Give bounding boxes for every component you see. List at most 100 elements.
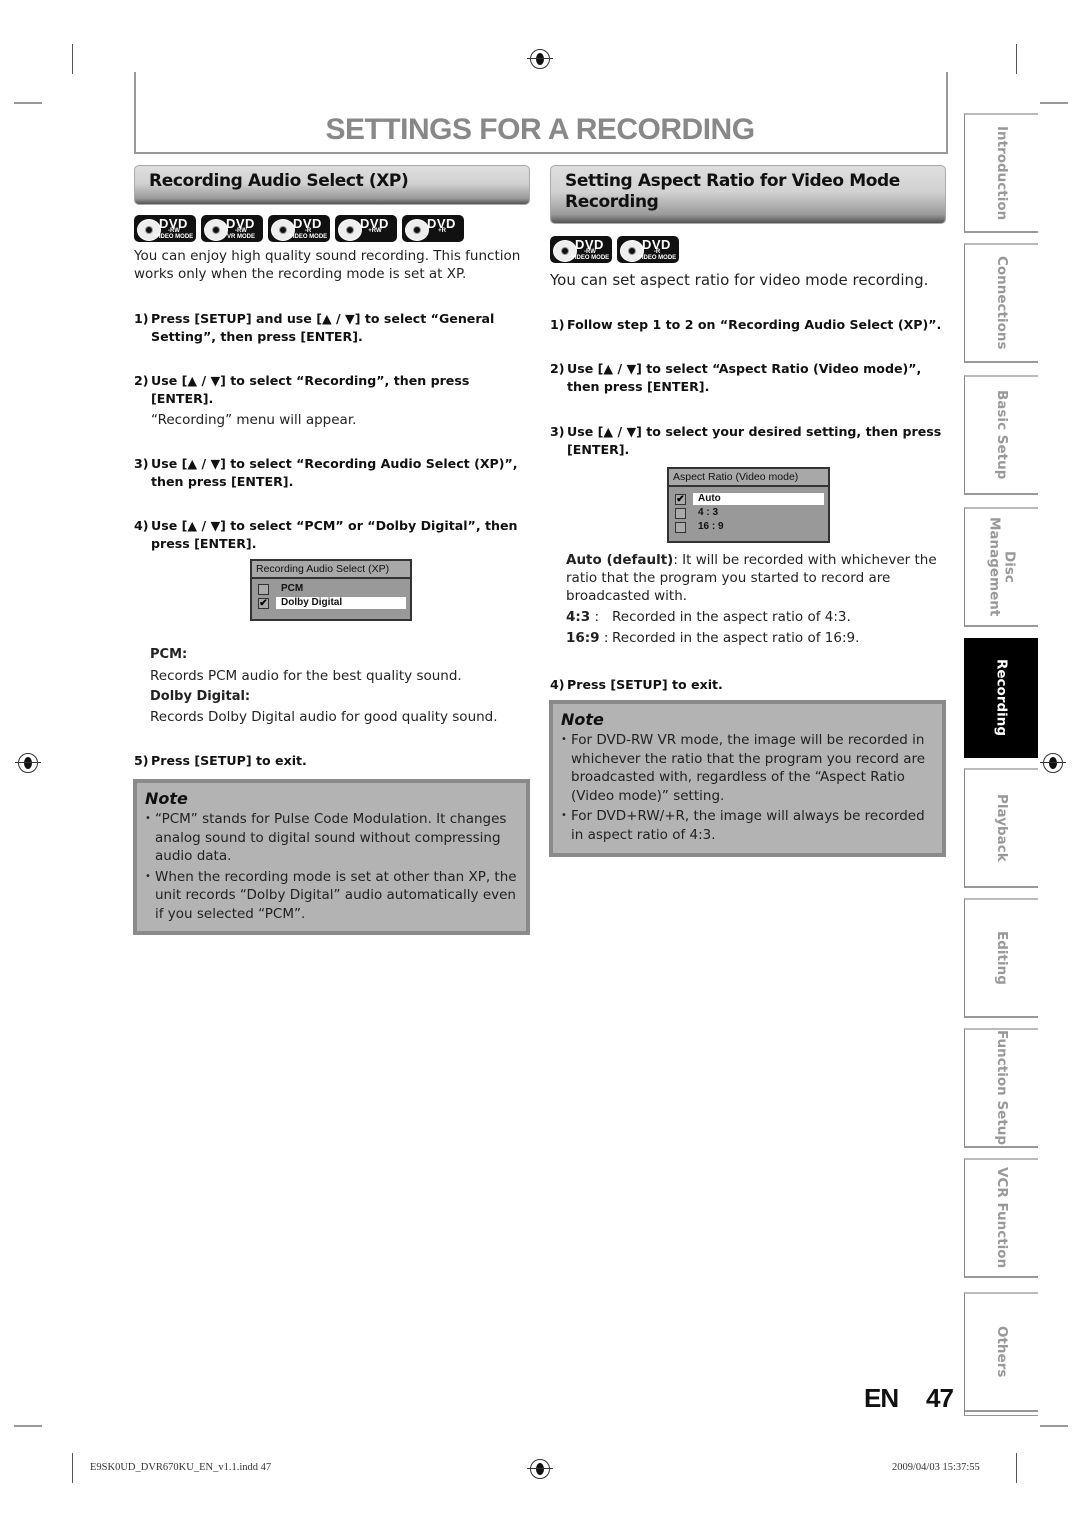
footer-filename: E9SK0UD_DVR670KU_EN_v1.1.indd 47: [90, 1462, 272, 1473]
dvd-badge-icon: DVD -RW VIDEO MODE: [550, 236, 612, 263]
chapter-tab-basic-setup[interactable]: Basic Setup: [964, 375, 1038, 495]
chapter-tab-vcr-function[interactable]: VCR Function: [964, 1158, 1038, 1278]
section-heading-text: Recording Audio Select (XP): [149, 171, 409, 191]
tab-edge: [964, 1380, 965, 1416]
def-auto: Auto (default): It will be recorded with…: [566, 551, 941, 605]
chapter-tab-label: Recording: [993, 659, 1010, 737]
chapter-tab-playback[interactable]: Playback: [964, 768, 1038, 888]
crop-mark: [1040, 102, 1068, 104]
menu-option-label: 16 : 9: [698, 521, 724, 532]
note-item: When the recording mode is set at other …: [145, 868, 518, 924]
def-term: 16:9: [566, 630, 600, 646]
menu-option-auto[interactable]: ✔ Auto: [669, 492, 828, 506]
dvd-badge-icon: DVD -R VIDEO MODE: [617, 236, 679, 263]
badge-mode: VIDEO MODE: [570, 255, 610, 261]
chapter-tab-others[interactable]: Others: [964, 1292, 1038, 1412]
menu-option-16-9[interactable]: 16 : 9: [669, 520, 828, 534]
registration-mark-icon: [15, 753, 41, 773]
menu-title: Recording Audio Select (XP): [252, 561, 410, 579]
chapter-tab-label: Introduction: [994, 125, 1010, 221]
crop-mark: [72, 44, 73, 74]
note-item: For DVD+RW/+R, the image will always be …: [561, 807, 934, 844]
footer-timestamp: 2009/04/03 15:37:55: [892, 1462, 980, 1473]
menu-option-dolby-digital[interactable]: ✔ Dolby Digital: [252, 596, 410, 610]
page-number: 47: [926, 1383, 954, 1413]
registration-mark-icon: [527, 1459, 553, 1479]
step-text: Use [▲ / ▼] to select “Aspect Ratio (Vid…: [567, 361, 922, 394]
registration-mark-icon: [1040, 753, 1066, 773]
step-number: 1): [550, 317, 565, 332]
menu-option-4-3[interactable]: 4 : 3: [669, 506, 828, 520]
section-heading-text: Setting Aspect Ratio for Video Mode Reco…: [565, 171, 900, 212]
chapter-tab-label: Basic Setup: [994, 390, 1010, 480]
badge-mode: VIDEO MODE: [637, 255, 677, 261]
checkbox-checked-icon[interactable]: ✔: [258, 598, 269, 609]
def-term: Auto (default): [566, 552, 674, 568]
page-lang: EN: [864, 1383, 899, 1413]
checkbox-icon[interactable]: [675, 522, 686, 533]
step-number: 5): [134, 753, 149, 768]
menu-option-label: Auto: [693, 493, 824, 505]
crop-mark: [1016, 44, 1017, 74]
disc-compatibility-badges: DVD -RW VIDEO MODE DVD -R VIDEO MODE: [550, 236, 679, 263]
step-text: Press [SETUP] and use [▲ / ▼] to select …: [151, 311, 495, 344]
dvd-badge-icon: DVD -RW VIDEO MODE: [134, 215, 196, 242]
chapter-tab-label: Disc Management: [986, 517, 1018, 617]
badge-sub: -RW VR MODE: [221, 228, 261, 240]
checkbox-icon[interactable]: [675, 508, 686, 519]
aspect-ratio-menu: Aspect Ratio (Video mode) ✔ Auto 4 : 3 1…: [667, 467, 830, 543]
step-text: Press [SETUP] to exit.: [151, 753, 307, 768]
def-desc-dolby: Records Dolby Digital audio for good qua…: [150, 709, 498, 725]
dvd-badge-icon: DVD -RW VR MODE: [201, 215, 263, 242]
disc-compatibility-badges: DVD -RW VIDEO MODE DVD -RW VR MODE DVD -R VIDEO …: [134, 215, 464, 242]
def-sep: :: [599, 630, 609, 646]
badge-format: +RW: [368, 228, 382, 234]
step-2: 2) Use [▲ / ▼] to select “Aspect Ratio (…: [550, 360, 945, 396]
section-heading-audio-select: Recording Audio Select (XP): [134, 165, 530, 205]
note-item: For DVD-RW VR mode, the image will be re…: [561, 731, 934, 805]
step-3: 3) Use [▲ / ▼] to select your desired se…: [550, 423, 950, 459]
crop-mark: [14, 102, 42, 104]
chapter-tab-introduction[interactable]: Introduction: [964, 113, 1038, 233]
chapter-tab-label: Function Setup: [994, 1030, 1010, 1146]
badge-mode: VIDEO MODE: [288, 234, 328, 240]
note-item: “PCM” stands for Pulse Code Modulation. …: [145, 810, 518, 866]
step-number: 4): [550, 677, 565, 692]
chapter-tab-connections[interactable]: Connections: [964, 243, 1038, 363]
step-number: 2): [134, 373, 149, 388]
note-box-aspect: Note For DVD-RW VR mode, the image will …: [549, 700, 946, 857]
intro-text: You can set aspect ratio for video mode …: [550, 271, 929, 289]
chapter-tab-function-setup[interactable]: Function Setup: [964, 1028, 1038, 1148]
chapter-tab-label: Connections: [994, 256, 1010, 350]
step-5: 5) Press [SETUP] to exit.: [134, 752, 524, 770]
chapter-tab-editing[interactable]: Editing: [964, 898, 1038, 1018]
checkbox-icon[interactable]: [258, 584, 269, 595]
checkbox-checked-icon[interactable]: ✔: [675, 494, 686, 505]
registration-mark-icon: [527, 49, 553, 69]
badge-sub: -RW VIDEO MODE: [570, 249, 610, 261]
crop-mark: [72, 1453, 73, 1483]
crop-mark: [1040, 1425, 1068, 1427]
def-desc: Recorded in the aspect ratio of 4:3.: [612, 609, 851, 625]
badge-sub: -RW VIDEO MODE: [154, 228, 194, 240]
chapter-tab-label: Others: [994, 1326, 1010, 1378]
def-term-dolby: Dolby Digital:: [150, 689, 251, 704]
menu-option-pcm[interactable]: PCM: [252, 582, 410, 596]
step-number: 3): [550, 424, 565, 439]
step-4: 4) Use [▲ / ▼] to select “PCM” or “Dolby…: [134, 517, 529, 553]
chapter-tab-label: VCR Function: [994, 1167, 1010, 1269]
badge-sub: +R: [422, 228, 462, 234]
step-1: 1) Press [SETUP] and use [▲ / ▼] to sele…: [134, 310, 524, 346]
step-text: Press [SETUP] to exit.: [567, 677, 723, 692]
note-title: Note: [561, 710, 604, 729]
badge-sub: -R VIDEO MODE: [637, 249, 677, 261]
tab-edge: [964, 1415, 1038, 1416]
section-heading-aspect-ratio: Setting Aspect Ratio for Video Mode Reco…: [550, 165, 946, 224]
def-16-9: 16:9 :: [566, 629, 608, 647]
chapter-tab-disc-management[interactable]: Disc Management: [964, 507, 1038, 627]
note-title: Note: [145, 789, 188, 808]
step-number: 1): [134, 311, 149, 326]
step-number: 4): [134, 518, 149, 533]
badge-mode: VR MODE: [226, 234, 255, 240]
chapter-tab-recording[interactable]: Recording: [964, 638, 1038, 758]
